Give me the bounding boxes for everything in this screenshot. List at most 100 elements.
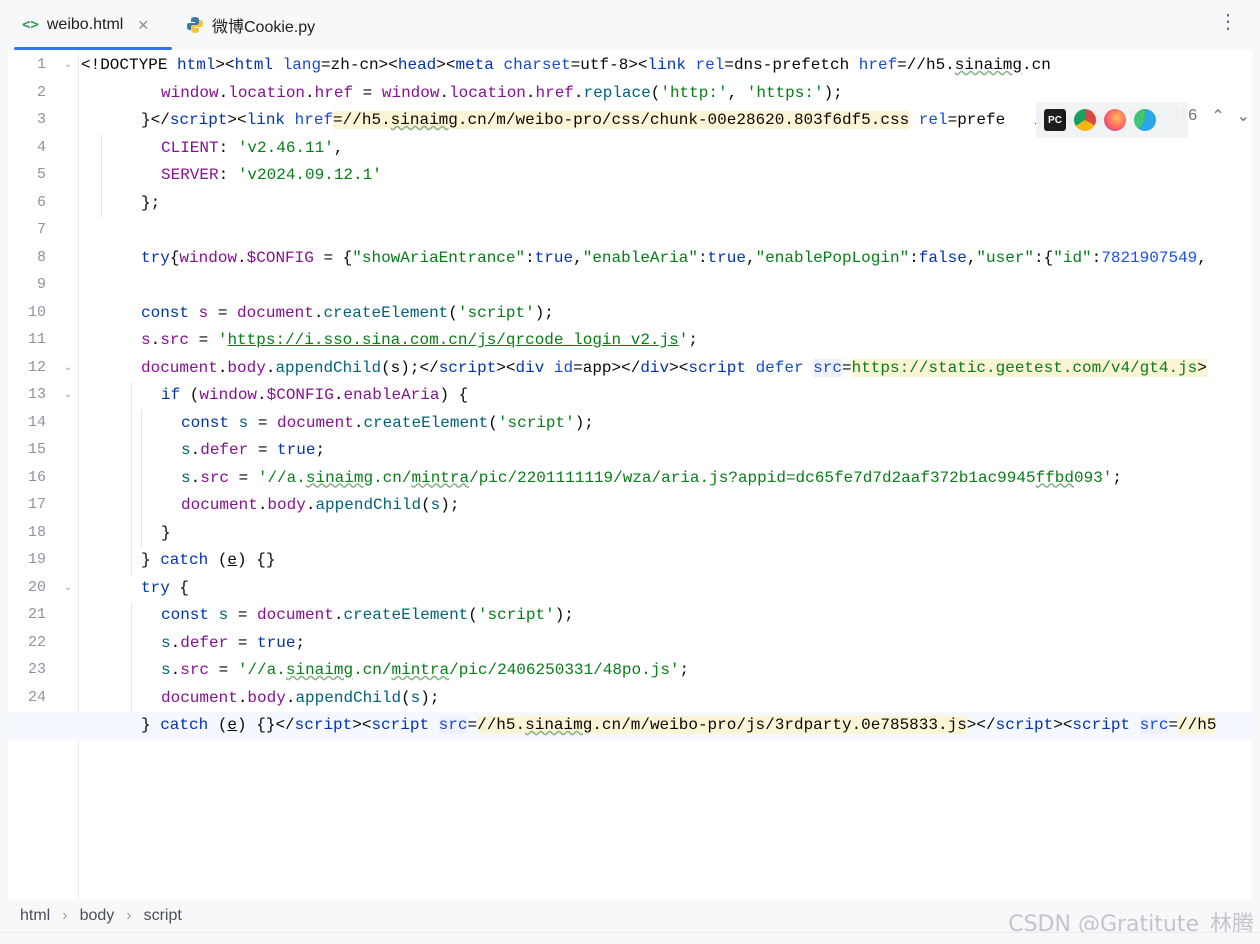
code-line[interactable]: CLIENT: 'v2.46.11', (78, 135, 343, 163)
code-token: = { (313, 248, 353, 267)
code-editor[interactable]: 1 ⌄ 2 3 4 5 6 7 8 9 10 11 12 ⌄ 13 ⌄ 14 15 16 17 18 19 20 ⌄ 21 22 2… (8, 50, 1252, 900)
code-line-content: s.src = '//a.sinaimg.cn/mintra/pic/24062… (161, 661, 689, 679)
breadcrumb-body[interactable]: body (76, 907, 119, 925)
code-token: defer (200, 441, 249, 459)
code-token: document (237, 303, 314, 322)
code-token: . (257, 496, 268, 514)
code-token: meta (455, 56, 504, 74)
code-line[interactable]: s.src = 'https://i.sso.sina.com.cn/js/qr… (78, 327, 698, 355)
tab-weibo-cookie-py[interactable]: 微博Cookie.py (186, 0, 346, 50)
breadcrumb-script[interactable]: script (140, 907, 186, 925)
code-token: "id" (1053, 248, 1092, 267)
code-line[interactable] (78, 272, 81, 300)
code-line[interactable]: } catch (e) {} (78, 547, 275, 575)
more-options-icon[interactable]: ⋮ (1218, 12, 1238, 32)
code-line[interactable]: const s = document.createElement('script… (78, 300, 554, 328)
code-token: true (534, 248, 574, 267)
code-token: = (228, 633, 258, 652)
code-line[interactable]: try{window.$CONFIG = {"showAriaEntrance"… (78, 245, 1207, 273)
code-token: link (246, 111, 295, 129)
code-token: 'script' (497, 413, 575, 432)
code-line[interactable]: const s = document.createElement('script… (78, 410, 594, 438)
chrome-icon[interactable] (1074, 109, 1096, 131)
code-line[interactable]: window.location.href = window.location.h… (78, 80, 843, 108)
code-token: : (1091, 248, 1102, 267)
code-line[interactable]: s.defer = true; (78, 437, 325, 465)
code-line[interactable]: document.body.appendChild(s); (78, 492, 459, 520)
code-line[interactable]: if (window.$CONFIG.enableAria) { (78, 382, 468, 410)
code-line-content: if (window.$CONFIG.enableAria) { (161, 386, 468, 404)
code-token: //h5. (477, 716, 526, 734)
code-token: rel (918, 111, 948, 129)
code-line[interactable]: } (78, 520, 171, 548)
code-line[interactable]: s.src = '//a.sinaimg.cn/mintra/pic/22011… (78, 465, 1122, 493)
code-token: true (707, 248, 746, 267)
code-token: ></ (966, 716, 996, 734)
code-token: createElement (323, 303, 449, 322)
code-token: sinaimg (390, 111, 458, 129)
code-area[interactable]: <!DOCTYPE html><html lang=zh-cn><head><m… (8, 50, 1252, 900)
code-token: script (688, 358, 756, 377)
code-line-content: }; (141, 194, 160, 212)
code-token: . (573, 83, 584, 102)
code-line[interactable]: }</script><link href=//h5.sinaimg.cn/m/w… (78, 107, 1159, 135)
pycharm-icon[interactable]: PC (1044, 109, 1066, 131)
tab-weibo-html[interactable]: <> weibo.html ✕ (14, 0, 172, 50)
code-token: true (277, 441, 316, 459)
code-token: charset (503, 56, 571, 74)
code-token: . (150, 331, 161, 349)
code-line[interactable]: s.defer = true; (78, 630, 305, 658)
code-line-content: const s = document.createElement('script… (141, 304, 554, 322)
code-token: s (198, 303, 209, 322)
line-number: 18 (27, 523, 46, 541)
code-line-content: document.body.appendChild(s); (181, 496, 459, 514)
code-token: . (170, 661, 181, 679)
code-token: . (525, 83, 536, 102)
fold-icon[interactable]: ⌄ (64, 582, 72, 593)
code-token: //h5. (342, 111, 391, 129)
code-token: src (160, 331, 190, 349)
previous-highlight-icon[interactable]: ⌃ (1211, 106, 1224, 126)
code-line[interactable]: document.body.appendChild(s);</script><d… (78, 355, 1207, 383)
code-line[interactable]: try { (78, 575, 189, 603)
code-line[interactable]: SERVER: 'v2024.09.12.1' (78, 162, 382, 190)
code-token: "enableAria" (582, 248, 698, 267)
code-token: :{ (1034, 248, 1054, 267)
close-icon[interactable]: ✕ (137, 17, 149, 34)
code-line[interactable] (78, 217, 81, 245)
fold-icon[interactable]: ⌄ (64, 389, 72, 400)
fold-icon[interactable]: ⌄ (64, 59, 72, 70)
code-line[interactable]: }; (78, 190, 160, 218)
code-line[interactable]: } catch (e) {}</script><script src=//h5.… (8, 712, 1252, 740)
code-line-content: <!DOCTYPE html><html lang=zh-cn><head><m… (81, 56, 1051, 74)
code-token: createElement (363, 413, 489, 432)
code-token: href (858, 56, 898, 74)
code-token: window (179, 248, 238, 267)
code-line[interactable]: const s = document.createElement('script… (78, 602, 574, 630)
code-line[interactable]: s.src = '//a.sinaimg.cn/mintra/pic/24062… (78, 657, 689, 685)
code-token: . (305, 83, 315, 102)
code-line[interactable]: document.body.appendChild(s); (78, 685, 439, 713)
fold-icon[interactable]: ⌄ (64, 362, 72, 373)
code-token: 'v2.46.11' (237, 138, 334, 157)
firefox-icon[interactable] (1104, 109, 1126, 131)
code-token: window (161, 83, 219, 102)
code-token: script (438, 358, 497, 377)
line-number: 3 (36, 111, 46, 128)
code-token: mintra (411, 468, 470, 487)
edge-icon[interactable] (1134, 109, 1156, 131)
code-token: 'script' (457, 303, 535, 322)
code-token: ( (488, 413, 498, 432)
code-token: ' (678, 331, 689, 349)
code-line[interactable]: <!DOCTYPE html><html lang=zh-cn><head><m… (78, 52, 1051, 80)
code-token: replace (583, 83, 651, 102)
code-token: sinaimg (285, 661, 354, 679)
code-token: . (237, 688, 248, 707)
code-line-content: CLIENT: 'v2.46.11', (161, 139, 343, 157)
code-token: href (314, 83, 354, 102)
code-token: ) { (439, 386, 469, 404)
next-highlight-icon[interactable]: ⌄ (1237, 106, 1250, 126)
status-bar (0, 932, 1260, 944)
breadcrumb-html[interactable]: html (16, 907, 54, 925)
code-token: sinaimg (954, 56, 1022, 74)
